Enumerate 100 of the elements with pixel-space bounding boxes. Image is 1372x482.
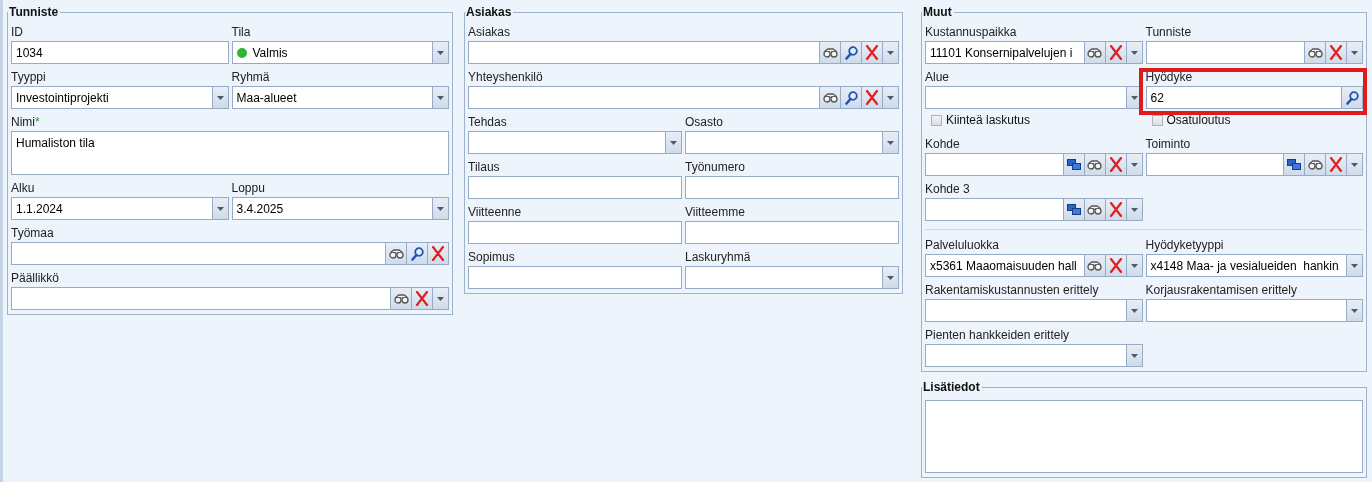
caret-icon	[1130, 308, 1138, 313]
search-button[interactable]	[1342, 86, 1363, 109]
field-label: Toiminto	[1145, 137, 1191, 151]
combo-box[interactable]: Valmis	[231, 41, 433, 64]
clear-button[interactable]	[862, 86, 883, 109]
dropdown-button[interactable]	[1347, 41, 1363, 64]
browse-button[interactable]	[1084, 254, 1106, 277]
link-button[interactable]	[1284, 153, 1305, 176]
caret-icon	[1351, 162, 1358, 167]
input-field[interactable]	[468, 176, 682, 199]
dropdown-button[interactable]	[433, 41, 449, 64]
clear-button[interactable]	[1105, 254, 1127, 277]
binoculars-icon	[822, 92, 838, 103]
input-field[interactable]	[468, 221, 682, 244]
field-label: Palveluluokka	[925, 238, 1000, 252]
caret-icon	[887, 275, 894, 280]
browse-button[interactable]	[1305, 153, 1326, 176]
windows-icon	[1066, 159, 1081, 170]
dropdown-button[interactable]	[666, 131, 682, 154]
field-label: Kohde 3	[925, 182, 970, 196]
dropdown-button[interactable]	[1347, 153, 1363, 176]
search-icon	[1345, 90, 1359, 105]
dropdown-button[interactable]	[433, 197, 449, 220]
browse-button[interactable]	[391, 287, 412, 310]
clear-button[interactable]	[1326, 153, 1347, 176]
input-field[interactable]: 62	[1145, 86, 1342, 109]
caret-icon	[437, 206, 444, 211]
search-button[interactable]	[841, 86, 862, 109]
input-field[interactable]	[468, 266, 682, 289]
browse-button[interactable]	[820, 41, 841, 64]
combo-box[interactable]: 1.1.2024	[11, 197, 213, 220]
input-field[interactable]	[685, 176, 899, 199]
clear-button[interactable]	[1105, 153, 1127, 176]
text-area[interactable]: Humaliston tila	[11, 131, 449, 175]
close-icon	[415, 291, 429, 306]
dropdown-button[interactable]	[883, 86, 899, 109]
dropdown-button[interactable]	[1347, 299, 1363, 322]
checkbox[interactable]	[931, 114, 942, 126]
dropdown-button[interactable]	[883, 41, 899, 64]
search-button[interactable]	[841, 41, 862, 64]
combo-box[interactable]: 3.4.2025	[231, 197, 433, 220]
dropdown-button[interactable]	[1347, 254, 1363, 277]
close-icon	[865, 45, 879, 60]
search-icon	[844, 90, 858, 105]
field-label: Tunniste	[1145, 25, 1192, 39]
caret-icon	[1130, 207, 1138, 212]
clear-button[interactable]	[412, 287, 433, 310]
browse-button[interactable]	[1084, 198, 1106, 221]
field-label: Hyödyketyyppi	[1145, 238, 1224, 252]
field-label: Alue	[925, 70, 950, 84]
caret-icon	[437, 296, 444, 301]
binoculars-icon	[1087, 159, 1102, 170]
clear-button[interactable]	[428, 242, 449, 265]
search-button[interactable]	[407, 242, 428, 265]
field-label: Ryhmä	[231, 70, 270, 84]
windows-icon	[1287, 159, 1301, 170]
field-label: Kustannuspaikka	[925, 25, 1017, 39]
browse-button[interactable]	[386, 242, 407, 265]
caret-icon	[1130, 95, 1138, 100]
link-button[interactable]	[1063, 153, 1085, 176]
browse-button[interactable]	[1084, 41, 1106, 64]
field-label: Loppu	[231, 181, 265, 195]
dropdown-button[interactable]	[883, 266, 899, 289]
clear-button[interactable]	[1105, 41, 1127, 64]
input-field[interactable]: 1034	[11, 41, 229, 64]
field-value: Valmis	[252, 45, 288, 60]
checkbox-label: Osatuloutus	[1166, 113, 1231, 127]
input-field[interactable]	[685, 221, 899, 244]
caret-icon	[1130, 50, 1138, 55]
windows-icon	[1066, 204, 1081, 215]
combo-box[interactable]: x4148 Maa- ja vesialueiden hankin	[1145, 254, 1347, 277]
field-label: Viitteemme	[685, 205, 745, 219]
field-label: Sopimus	[468, 250, 515, 264]
combo-box[interactable]: 11101 Konsernipalvelujen i	[925, 41, 1085, 64]
field-label: Viitteenne	[468, 205, 522, 219]
dropdown-button[interactable]	[883, 131, 899, 154]
field-label: Tila	[231, 25, 251, 39]
binoculars-icon	[1087, 260, 1102, 271]
combo-box[interactable]: Investointiprojekti	[11, 86, 213, 109]
group-title: Asiakas	[465, 5, 513, 19]
browse-button[interactable]	[1305, 41, 1326, 64]
checkbox[interactable]	[1151, 114, 1163, 126]
dropdown-button[interactable]	[433, 86, 449, 109]
clear-button[interactable]	[862, 41, 883, 64]
clear-button[interactable]	[1326, 41, 1347, 64]
caret-icon	[1351, 308, 1358, 313]
caret-icon	[1351, 263, 1358, 268]
checkbox-label: Kiinteä laskutus	[946, 113, 1031, 127]
field-label: Alku	[11, 181, 35, 195]
close-icon	[1329, 157, 1343, 172]
dropdown-button[interactable]	[433, 287, 449, 310]
browse-button[interactable]	[1084, 153, 1106, 176]
input-field[interactable]	[11, 242, 386, 265]
link-button[interactable]	[1063, 198, 1085, 221]
combo-box[interactable]: Maa-alueet	[231, 86, 433, 109]
caret-icon	[216, 206, 224, 211]
combo-box[interactable]: x5361 Maaomaisuuden hall	[925, 254, 1085, 277]
close-icon	[1108, 45, 1123, 60]
clear-button[interactable]	[1105, 198, 1127, 221]
browse-button[interactable]	[820, 86, 841, 109]
